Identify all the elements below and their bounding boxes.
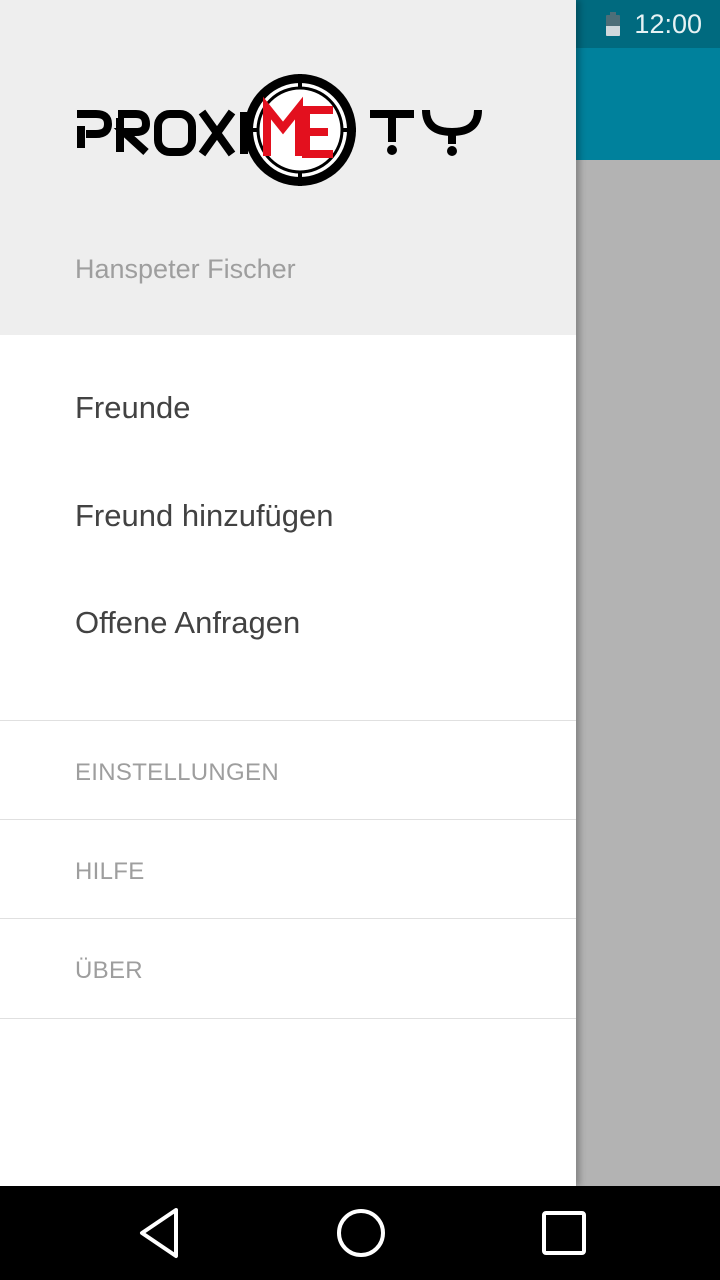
drawer-item-offene-anfragen[interactable]: Offene Anfragen	[75, 605, 300, 641]
drawer-item-label: EINSTELLUNGEN	[75, 759, 279, 786]
back-icon	[140, 1208, 178, 1258]
user-name: Hanspeter Fischer	[75, 254, 296, 284]
drawer-item-hilfe[interactable]: HILFE	[0, 820, 576, 918]
status-clock: 12:00	[634, 8, 702, 39]
drawer-item-einstellungen[interactable]: EINSTELLUNGEN	[0, 721, 576, 819]
drawer-item-label: HILFE	[75, 858, 145, 885]
recents-icon	[542, 1211, 586, 1255]
home-icon	[337, 1209, 385, 1257]
drawer-item-freund-hinzufuegen[interactable]: Freund hinzufügen	[75, 498, 334, 534]
drawer-item-ueber[interactable]: ÜBER	[0, 919, 576, 1017]
back-button[interactable]	[100, 1186, 220, 1280]
battery-icon	[606, 12, 621, 36]
recents-button[interactable]	[504, 1186, 624, 1280]
navigation-drawer: Hanspeter Fischer Freunde Freund hinzufü…	[0, 0, 576, 1186]
proximety-logo	[77, 74, 482, 186]
drawer-item-freunde[interactable]: Freunde	[75, 390, 190, 426]
navigation-bar	[0, 1186, 720, 1280]
divider	[0, 1018, 576, 1019]
drawer-item-label: ÜBER	[75, 957, 143, 984]
drawer-header: Hanspeter Fischer	[0, 0, 576, 335]
home-button[interactable]	[301, 1186, 421, 1280]
